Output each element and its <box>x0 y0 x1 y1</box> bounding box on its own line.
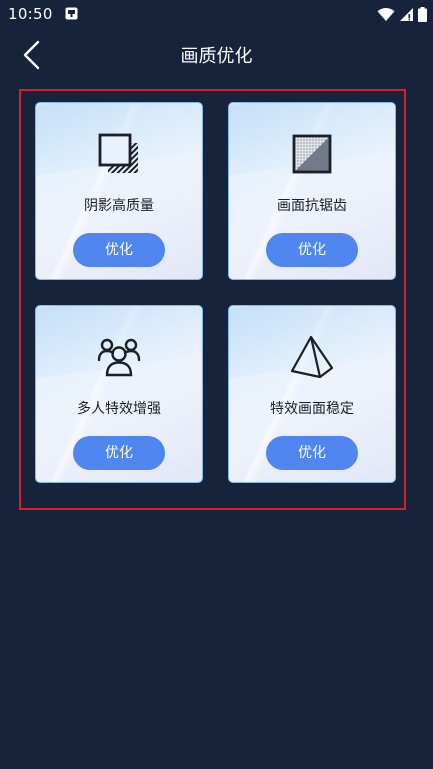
battery-icon <box>418 6 427 22</box>
anti-alias-grid-icon <box>292 134 332 174</box>
status-time: 10:50 <box>8 5 53 23</box>
optimize-button[interactable]: 优化 <box>73 436 165 470</box>
shadow-layers-icon <box>98 133 138 173</box>
card-label: 阴影高质量 <box>84 198 154 214</box>
optimize-button[interactable]: 优化 <box>266 436 358 470</box>
page-title: 画质优化 <box>180 46 253 67</box>
signal-icon <box>400 7 413 21</box>
card-multiplayer-effects: 多人特效增强 优化 <box>35 305 203 483</box>
card-label: 画面抗锯齿 <box>277 198 347 214</box>
header: 画质优化 <box>0 30 433 80</box>
wifi-icon <box>377 7 395 21</box>
notification-icon <box>65 7 78 20</box>
card-effect-stability: 特效画面稳定 优化 <box>228 305 396 483</box>
optimize-button[interactable]: 优化 <box>73 233 165 267</box>
status-indicators <box>377 6 427 22</box>
card-anti-aliasing: 画面抗锯齿 优化 <box>228 102 396 280</box>
card-shadow-quality: 阴影高质量 优化 <box>35 102 203 280</box>
card-label: 特效画面稳定 <box>270 401 354 417</box>
multi-user-icon <box>97 338 141 377</box>
card-label: 多人特效增强 <box>77 401 161 417</box>
status-bar: 10:50 <box>0 0 433 30</box>
pyramid-icon <box>290 335 334 379</box>
optimize-button[interactable]: 优化 <box>266 233 358 267</box>
